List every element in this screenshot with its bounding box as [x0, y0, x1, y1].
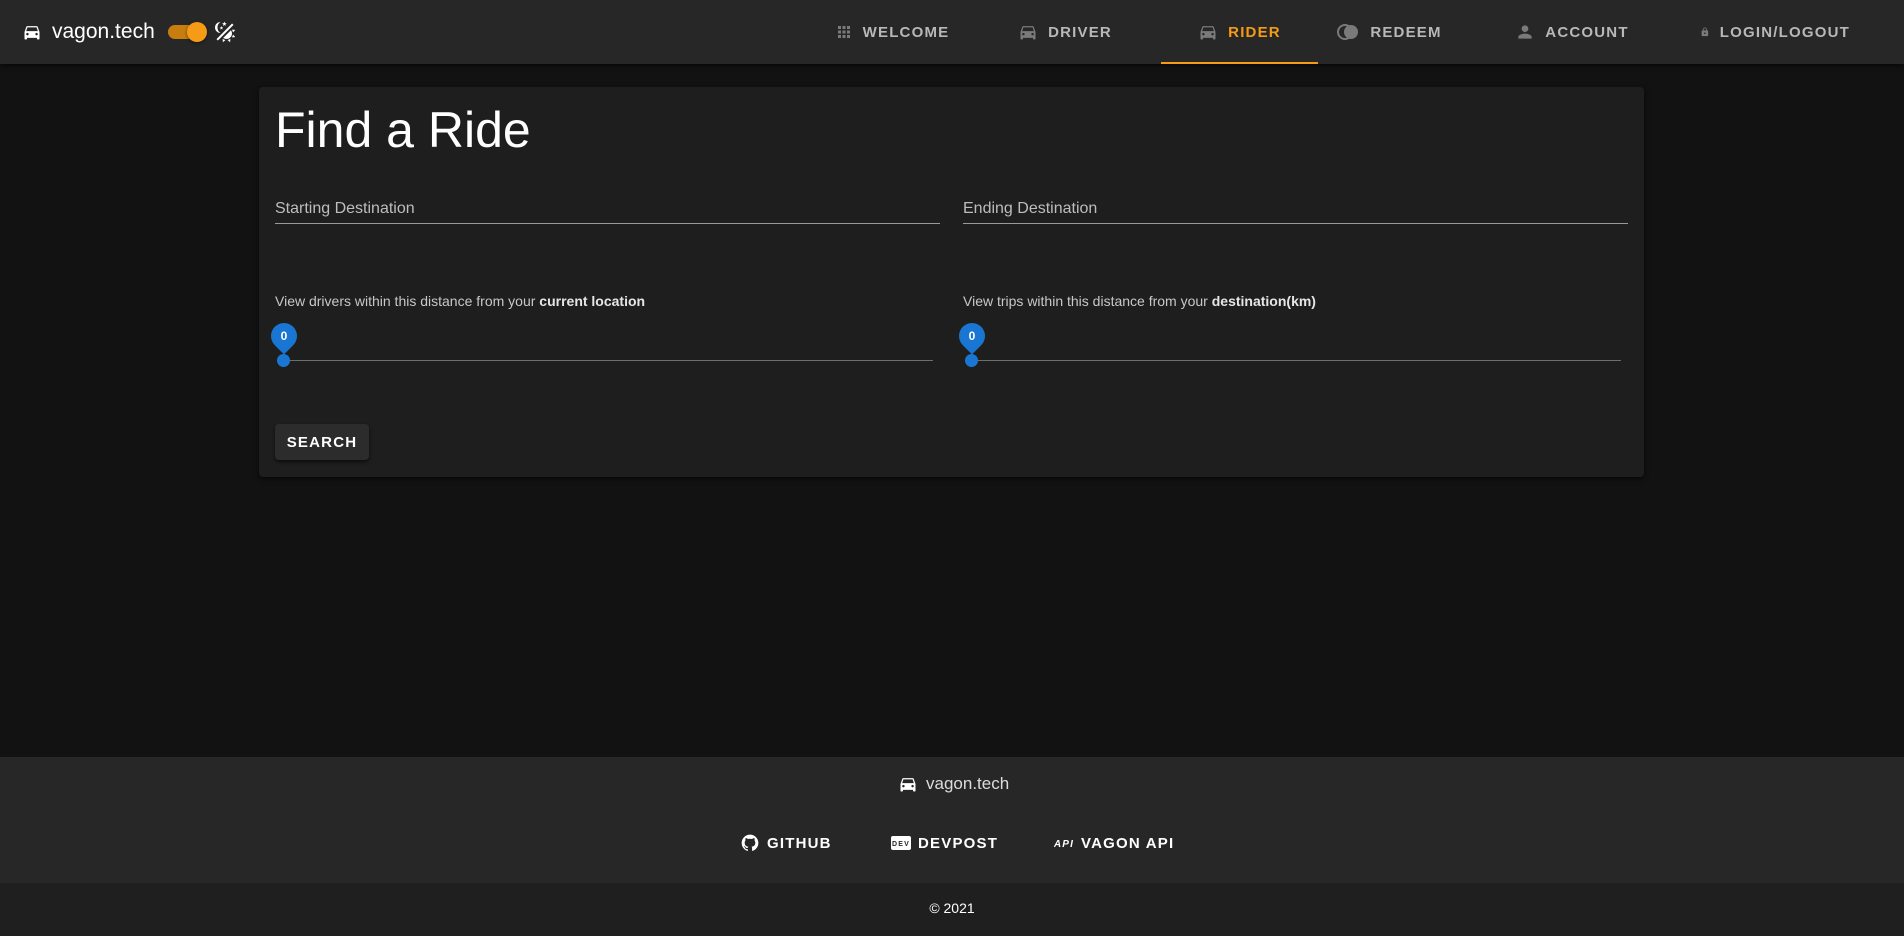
theme-light-dark-icon — [215, 21, 236, 43]
find-ride-card: Find a Ride View drivers within this dis… — [259, 87, 1644, 477]
slider-thumb[interactable] — [277, 354, 290, 367]
link-label: DEVPOST — [918, 834, 999, 852]
coins-icon — [1337, 24, 1359, 40]
label-text: View trips within this distance from you… — [963, 293, 1212, 309]
tab-label: ACCOUNT — [1545, 23, 1629, 41]
driver-distance-slider[interactable]: 0 — [265, 317, 933, 367]
car-icon — [1020, 26, 1036, 40]
label-emphasis: destination(km) — [1211, 293, 1316, 309]
footer-brand-name: vagon.tech — [926, 774, 1010, 793]
lock-icon — [1701, 27, 1709, 37]
slider-track — [283, 360, 933, 361]
starting-destination-field — [275, 197, 940, 224]
link-label: VAGON API — [1081, 834, 1175, 852]
label-emphasis: current location — [539, 293, 646, 309]
person-icon — [1518, 25, 1532, 39]
tab-label: LOGIN/LOGOUT — [1719, 23, 1850, 41]
ending-destination-field — [963, 197, 1628, 224]
brand-name: vagon.tech — [52, 20, 155, 43]
page-title: Find a Ride — [275, 102, 531, 158]
driver-distance-label: View drivers within this distance from y… — [275, 293, 645, 309]
tab-label: REDEEM — [1370, 23, 1442, 41]
devpost-link[interactable]: DEV DEVPOST — [891, 827, 998, 859]
slider-value: 0 — [968, 329, 976, 343]
slider-thumb[interactable] — [965, 354, 978, 367]
footer: vagon.tech GITHUB DEV DEVPOST API VAGON … — [0, 757, 1904, 883]
svg-text:DEV: DEV — [892, 841, 910, 848]
tab-label: DRIVER — [1048, 23, 1112, 41]
copyright-bar: © 2021 — [0, 883, 1904, 936]
vagon-api-link[interactable]: API VAGON API — [1054, 827, 1174, 859]
theme-toggle[interactable] — [168, 22, 208, 42]
link-label: GITHUB — [767, 834, 832, 852]
label-text: View drivers within this distance from y… — [275, 293, 540, 309]
github-icon — [741, 834, 759, 851]
tab-label: WELCOME — [862, 23, 950, 41]
trip-distance-label: View trips within this distance from you… — [963, 293, 1316, 309]
search-button[interactable]: SEARCH — [275, 424, 369, 460]
toggle-thumb — [187, 22, 207, 42]
tab-welcome[interactable]: WELCOME — [820, 0, 964, 64]
api-icon: API — [1054, 839, 1074, 850]
copyright-text: © 2021 — [929, 900, 975, 916]
tab-rider[interactable]: RIDER — [1161, 0, 1318, 64]
car-icon — [24, 26, 40, 40]
tab-account[interactable]: ACCOUNT — [1512, 0, 1632, 64]
ending-destination-input[interactable] — [963, 197, 1628, 221]
car-icon — [1200, 26, 1216, 40]
github-link[interactable]: GITHUB — [740, 827, 832, 859]
brand[interactable]: vagon.tech — [22, 18, 155, 46]
car-icon — [900, 778, 916, 792]
app-bar: vagon.tech WELCOME DRIVER RIDER REDEEM A… — [0, 0, 1904, 64]
svg-text:API: API — [1054, 839, 1074, 850]
dev-icon: DEV — [891, 836, 911, 850]
slider-track — [971, 360, 1621, 361]
slider-value: 0 — [280, 329, 288, 343]
tab-label: RIDER — [1228, 23, 1281, 41]
tab-driver[interactable]: DRIVER — [1000, 0, 1130, 64]
starting-destination-input[interactable] — [275, 197, 940, 221]
trip-distance-slider[interactable]: 0 — [953, 317, 1621, 367]
footer-brand: vagon.tech — [898, 774, 1009, 794]
apps-grid-icon — [837, 26, 850, 38]
tab-login-logout[interactable]: LOGIN/LOGOUT — [1700, 0, 1850, 64]
tab-redeem[interactable]: REDEEM — [1334, 0, 1444, 64]
